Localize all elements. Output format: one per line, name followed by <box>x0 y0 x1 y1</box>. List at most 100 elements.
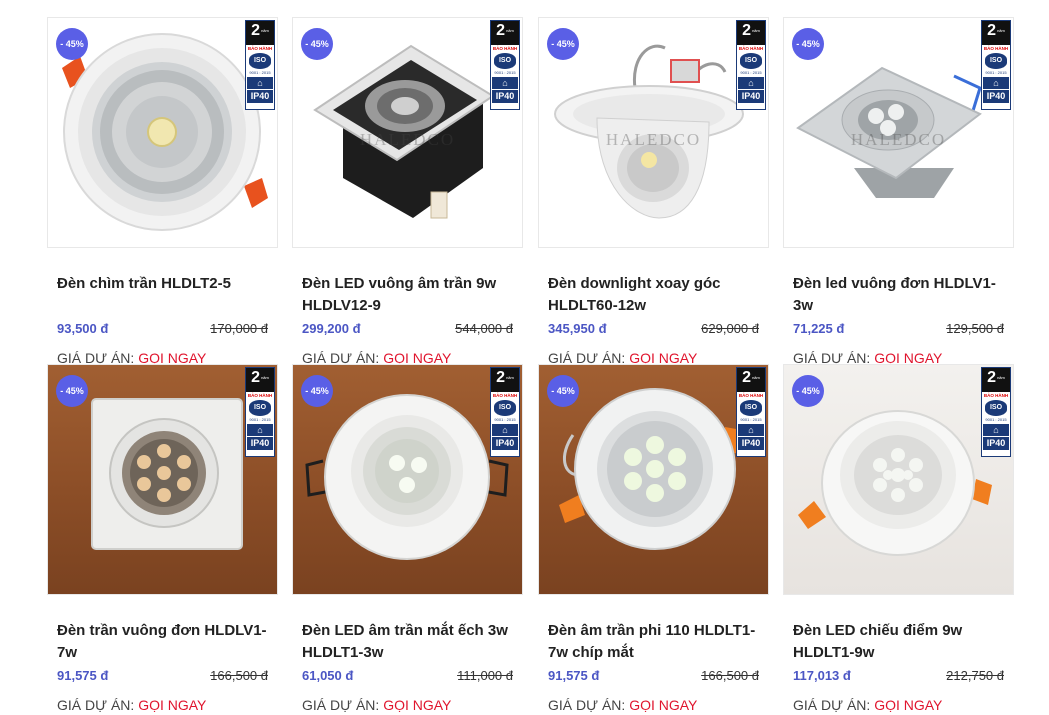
house-icon: ⌂ <box>738 77 764 89</box>
product-image[interactable]: - 45% 2 năm BẢO HÀNH ISO 9001 : 2015 ⌂ IP… <box>47 364 278 595</box>
product-image[interactable]: - 45% 2 năm BẢO HÀNH ISO 9001 : 2015 ⌂ IP… <box>783 364 1014 595</box>
warranty-badge: 2 năm BẢO HÀNH ISO 9001 : 2015 ⌂ IP40 <box>490 20 520 110</box>
warranty-years: 2 <box>742 22 752 39</box>
call-now-link[interactable]: GỌI NGAY <box>383 697 451 713</box>
product-image[interactable]: - 45% 2 năm BẢO HÀNH ISO 9001 : 2015 ⌂ IP… <box>538 364 769 595</box>
iso-label: ISO <box>740 400 762 416</box>
product-card[interactable]: - 45% 2 năm BẢO HÀNH ISO 9001 : 2015 ⌂ IP… <box>538 364 769 713</box>
warranty-badge: 2 năm BẢO HÀNH ISO 9001 : 2015 ⌂ IP40 <box>245 20 275 110</box>
product-title[interactable]: Đèn LED âm trần mắt ếch 3w HLDLT1-3w <box>302 620 518 664</box>
house-icon: ⌂ <box>492 77 518 89</box>
house-icon: ⌂ <box>492 424 518 436</box>
discount-badge: - 45% <box>547 28 579 60</box>
warranty-years-unit: năm <box>752 28 760 33</box>
warranty-years-unit: năm <box>752 375 760 380</box>
iso-label: ISO <box>985 400 1007 416</box>
project-price-label: GIÁ DỰ ÁN: <box>302 697 380 713</box>
product-image[interactable]: HALEDCO - 45% 2 năm BẢO HÀNH ISO 9001 : 2… <box>538 17 769 248</box>
warranty-years: 2 <box>987 369 997 386</box>
ip-rating: IP40 <box>983 437 1009 450</box>
house-icon: ⌂ <box>983 77 1009 89</box>
discount-badge: - 45% <box>301 375 333 407</box>
warranty-label: BẢO HÀNH <box>492 46 518 51</box>
product-title[interactable]: Đèn LED chiếu điểm 9w HLDLT1-9w <box>793 620 1009 664</box>
project-price-label: GIÁ DỰ ÁN: <box>548 697 626 713</box>
ip-rating: IP40 <box>247 90 273 103</box>
warranty-badge: 2 năm BẢO HÀNH ISO 9001 : 2015 ⌂ IP40 <box>490 367 520 457</box>
haledco-watermark: HALEDCO <box>850 130 947 149</box>
haledco-watermark: HALEDCO <box>605 130 702 149</box>
iso-number: 9001 : 2015 <box>249 417 271 422</box>
warranty-label: BẢO HÀNH <box>247 393 273 398</box>
warranty-years: 2 <box>251 369 261 386</box>
project-price: GIÁ DỰ ÁN: GỌI NGAY <box>302 697 451 713</box>
warranty-years: 2 <box>742 369 752 386</box>
sale-price: 61,050 đ <box>302 668 354 683</box>
original-price: 170,000 đ <box>210 321 268 336</box>
original-price: 544,000 đ <box>455 321 513 336</box>
iso-number: 9001 : 2015 <box>740 70 762 75</box>
iso-label: ISO <box>249 400 271 416</box>
warranty-years-unit: năm <box>997 375 1005 380</box>
original-price: 166,500 đ <box>210 668 268 683</box>
iso-label: ISO <box>249 53 271 69</box>
sale-price: 345,950 đ <box>548 321 607 336</box>
sale-price: 71,225 đ <box>793 321 845 336</box>
product-title[interactable]: Đèn chìm trần HLDLT2-5 <box>57 273 273 295</box>
product-card[interactable]: - 45% 2 năm BẢO HÀNH ISO 9001 : 2015 ⌂ IP… <box>47 364 278 713</box>
call-now-link[interactable]: GỌI NGAY <box>874 697 942 713</box>
product-title[interactable]: Đèn led vuông đơn HLDLV1-3w <box>793 273 1009 317</box>
warranty-label: BẢO HÀNH <box>247 46 273 51</box>
product-title[interactable]: Đèn trần vuông đơn HLDLV1-7w <box>57 620 273 664</box>
warranty-years: 2 <box>251 22 261 39</box>
product-image[interactable]: HALEDCO - 45% 2 năm BẢO HÀNH ISO 9001 : 2… <box>292 17 523 248</box>
ip-rating: IP40 <box>738 437 764 450</box>
ip-rating: IP40 <box>492 437 518 450</box>
original-price: 129,500 đ <box>946 321 1004 336</box>
iso-number: 9001 : 2015 <box>985 417 1007 422</box>
discount-badge: - 45% <box>792 28 824 60</box>
house-icon: ⌂ <box>983 424 1009 436</box>
warranty-years-unit: năm <box>997 28 1005 33</box>
product-card[interactable]: HALEDCO - 45% 2 năm BẢO HÀNH ISO 9001 : 2… <box>783 17 1014 366</box>
ip-rating: IP40 <box>492 90 518 103</box>
warranty-years: 2 <box>496 369 506 386</box>
warranty-years-unit: năm <box>506 375 514 380</box>
product-title[interactable]: Đèn downlight xoay góc HLDLT60-12w <box>548 273 764 317</box>
house-icon: ⌂ <box>247 424 273 436</box>
product-image[interactable]: - 45% 2 năm BẢO HÀNH ISO 9001 : 2015 ⌂ IP… <box>47 17 278 248</box>
warranty-label: BẢO HÀNH <box>983 46 1009 51</box>
discount-badge: - 45% <box>547 375 579 407</box>
iso-number: 9001 : 2015 <box>740 417 762 422</box>
ip-rating: IP40 <box>247 437 273 450</box>
product-image[interactable]: - 45% 2 năm BẢO HÀNH ISO 9001 : 2015 ⌂ IP… <box>292 364 523 595</box>
product-title[interactable]: Đèn âm trần phi 110 HLDLT1-7w chíp mắt <box>548 620 764 664</box>
ip-rating: IP40 <box>738 90 764 103</box>
project-price: GIÁ DỰ ÁN: GỌI NGAY <box>57 697 206 713</box>
original-price: 111,000 đ <box>457 668 513 683</box>
warranty-years-unit: năm <box>506 28 514 33</box>
house-icon: ⌂ <box>247 77 273 89</box>
call-now-link[interactable]: GỌI NGAY <box>629 697 697 713</box>
product-image[interactable]: HALEDCO - 45% 2 năm BẢO HÀNH ISO 9001 : 2… <box>783 17 1014 248</box>
house-icon: ⌂ <box>738 424 764 436</box>
project-price: GIÁ DỰ ÁN: GỌI NGAY <box>793 697 942 713</box>
iso-number: 9001 : 2015 <box>985 70 1007 75</box>
project-price: GIÁ DỰ ÁN: GỌI NGAY <box>548 697 697 713</box>
warranty-label: BẢO HÀNH <box>492 393 518 398</box>
product-card[interactable]: - 45% 2 năm BẢO HÀNH ISO 9001 : 2015 ⌂ IP… <box>47 17 278 366</box>
sale-price: 299,200 đ <box>302 321 361 336</box>
call-now-link[interactable]: GỌI NGAY <box>138 697 206 713</box>
product-card[interactable]: HALEDCO - 45% 2 năm BẢO HÀNH ISO 9001 : 2… <box>292 17 523 366</box>
haledco-watermark: HALEDCO <box>359 130 456 149</box>
product-card[interactable]: HALEDCO - 45% 2 năm BẢO HÀNH ISO 9001 : 2… <box>538 17 769 366</box>
sale-price: 91,575 đ <box>548 668 600 683</box>
warranty-years-unit: năm <box>261 375 269 380</box>
product-card[interactable]: - 45% 2 năm BẢO HÀNH ISO 9001 : 2015 ⌂ IP… <box>292 364 523 713</box>
iso-number: 9001 : 2015 <box>494 417 516 422</box>
warranty-label: BẢO HÀNH <box>738 46 764 51</box>
iso-label: ISO <box>985 53 1007 69</box>
product-title[interactable]: Đèn LED vuông âm trần 9w HLDLV12-9 <box>302 273 518 317</box>
product-card[interactable]: - 45% 2 năm BẢO HÀNH ISO 9001 : 2015 ⌂ IP… <box>783 364 1014 713</box>
sale-price: 117,013 đ <box>793 668 851 683</box>
